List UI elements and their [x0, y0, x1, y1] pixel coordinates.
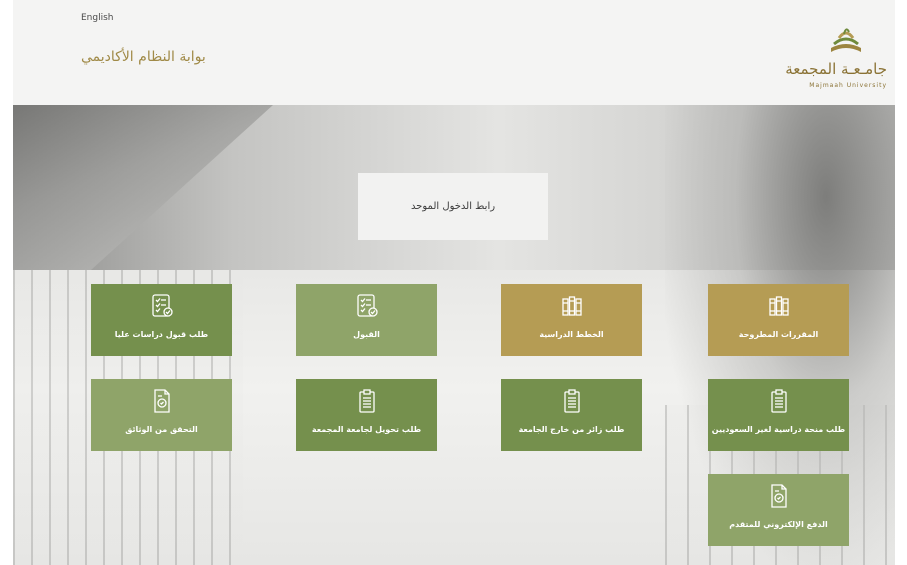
tile-visitor-request[interactable]: طلب زائر من خارج الجامعة — [501, 379, 642, 451]
tile-label: التحقق من الوثائق — [125, 425, 198, 434]
language-switch-link[interactable]: English — [81, 13, 114, 23]
tile-label: الدفع الإلكتروني للمتقدم — [729, 520, 828, 529]
checklist-icon — [355, 292, 379, 320]
tile-transfer-request[interactable]: طلب تحويل لجامعة المجمعة — [296, 379, 437, 451]
university-logo[interactable]: جامـعـة المجمعة Majmaah University — [785, 26, 887, 96]
checklist-icon — [150, 292, 174, 320]
tile-graduate-admission[interactable]: طلب قبول دراسات عليا — [91, 284, 232, 356]
site-header: English بوابة النظام الأكاديمي جامـعـة ا… — [13, 0, 895, 105]
tile-document-verification[interactable]: التحقق من الوثائق — [91, 379, 232, 451]
tile-label: طلب قبول دراسات عليا — [114, 330, 209, 339]
tile-label: المقررات المطروحة — [738, 330, 819, 339]
tile-study-plans[interactable]: الخطط الدراسية — [501, 284, 642, 356]
document-verify-icon — [152, 387, 172, 415]
tile-scholarship-non-saudi[interactable]: طلب منحة دراسية لغير السعوديين — [708, 379, 849, 451]
clipboard-icon — [357, 387, 377, 415]
tile-label: طلب زائر من خارج الجامعة — [518, 425, 625, 434]
portal-title: بوابة النظام الأكاديمي — [81, 49, 206, 65]
tile-label: القبول — [353, 330, 380, 339]
tile-admission[interactable]: القبول — [296, 284, 437, 356]
tile-label: الخطط الدراسية — [539, 330, 604, 339]
tile-electronic-payment[interactable]: الدفع الإلكتروني للمتقدم — [708, 474, 849, 546]
logo-book-icon — [831, 28, 861, 52]
document-verify-icon — [769, 482, 789, 510]
clipboard-icon — [562, 387, 582, 415]
tile-label: طلب تحويل لجامعة المجمعة — [311, 425, 422, 434]
logo-arabic-text: جامـعـة المجمعة — [785, 60, 887, 78]
logo-english-text: Majmaah University — [809, 82, 887, 89]
tile-label: طلب منحة دراسية لغير السعوديين — [711, 425, 846, 434]
clipboard-icon — [769, 387, 789, 415]
books-icon — [767, 292, 791, 320]
books-icon — [560, 292, 584, 320]
tile-offered-courses[interactable]: المقررات المطروحة — [708, 284, 849, 356]
sso-login-link[interactable]: رابط الدخول الموحد — [358, 173, 548, 240]
